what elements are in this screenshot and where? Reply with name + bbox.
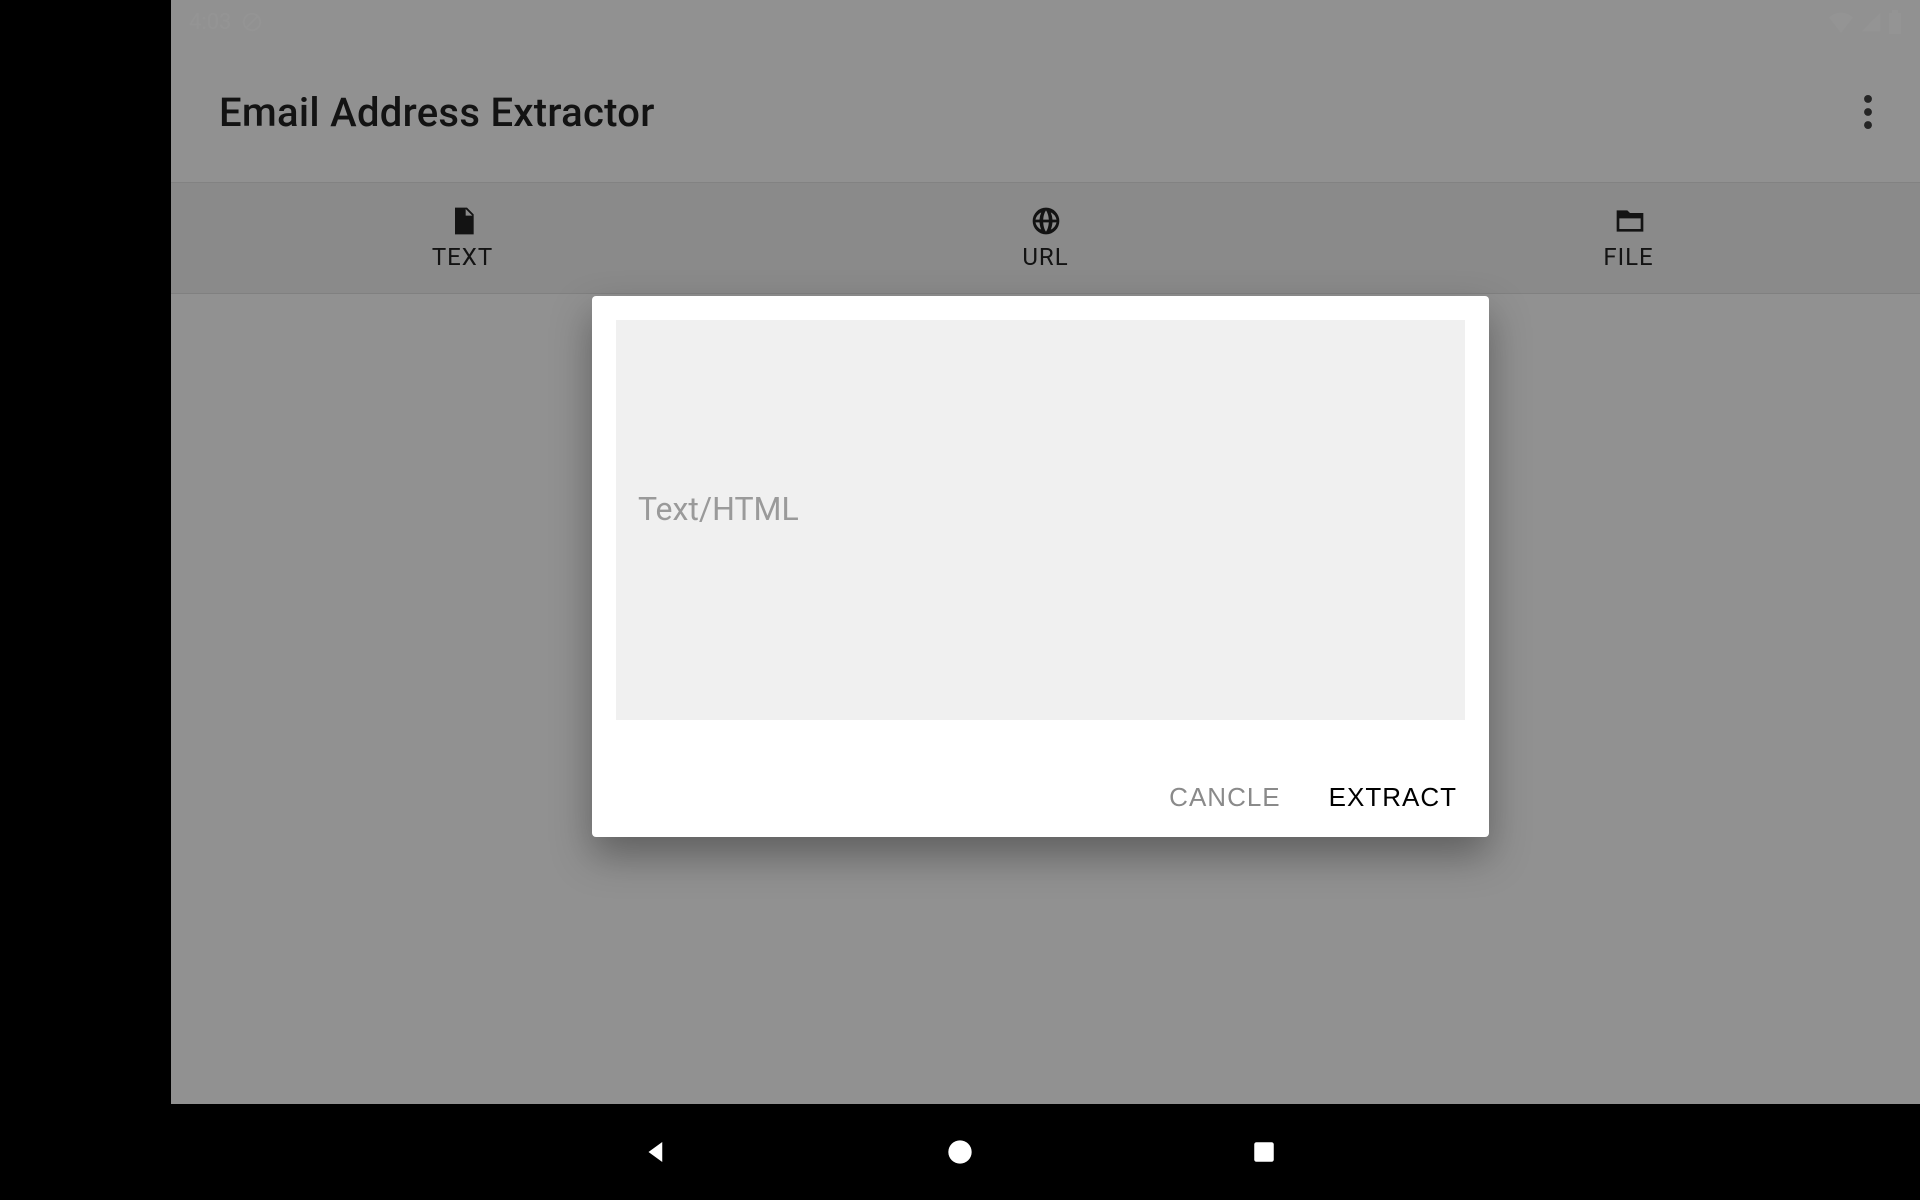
back-triangle-icon bbox=[641, 1137, 671, 1167]
app-screen: 4:03 Email Addres bbox=[171, 0, 1920, 1200]
dialog-actions: CANCLE EXTRACT bbox=[616, 724, 1465, 819]
device-frame: 4:03 Email Addres bbox=[0, 0, 1920, 1200]
extract-button[interactable]: EXTRACT bbox=[1325, 776, 1461, 819]
nav-home-button[interactable] bbox=[938, 1130, 982, 1174]
nav-back-button[interactable] bbox=[634, 1130, 678, 1174]
home-circle-icon bbox=[946, 1138, 974, 1166]
system-nav-bar bbox=[0, 1104, 1920, 1200]
text-input-dialog: CANCLE EXTRACT bbox=[592, 296, 1489, 837]
nav-recent-button[interactable] bbox=[1242, 1130, 1286, 1174]
letterbox-left bbox=[0, 0, 171, 1200]
recent-square-icon bbox=[1251, 1139, 1277, 1165]
cancel-button[interactable]: CANCLE bbox=[1165, 776, 1284, 819]
text-html-input[interactable] bbox=[616, 320, 1465, 720]
